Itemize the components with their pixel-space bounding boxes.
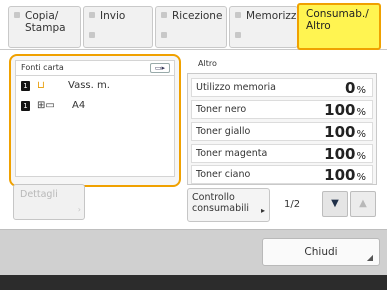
check-consumables-label: Controllo [192, 192, 235, 203]
status-lamp-icon [14, 12, 20, 18]
chevron-right-icon: ▸ [260, 206, 265, 215]
paper-tray-icon: ⊔ [37, 80, 45, 91]
page-down-button[interactable]: ▼ [322, 191, 348, 217]
paper-source-list: Fonti carta ▭▸ 1 ⊔ Vass. m. 1 ⊞▭ A4 [15, 60, 175, 177]
status-value: 100% [324, 123, 366, 141]
paper-tray-row: 1 ⊞▭ A4 [16, 96, 174, 116]
page-up-button[interactable]: ▲ [350, 191, 376, 217]
status-lamp-icon [161, 32, 167, 38]
paper-settings-icon[interactable]: ▭▸ [150, 63, 170, 73]
status-label: Toner ciano [196, 169, 251, 180]
status-lamp-icon [235, 12, 241, 18]
paper-source-title: Fonti carta [21, 63, 64, 72]
status-row-toner-magenta: Toner magenta 100% [191, 144, 373, 163]
status-label: Toner magenta [196, 148, 268, 159]
corner-arrow-icon: ◢ [366, 253, 373, 262]
status-row-toner-cyan: Toner ciano 100% [191, 165, 373, 184]
tray-number-badge: 1 [21, 81, 30, 91]
status-row-toner-yellow: Toner giallo 100% [191, 122, 373, 141]
status-row-memory: Utilizzo memoria 0% [191, 78, 373, 97]
cassette-icon: ⊞▭ [37, 100, 55, 111]
status-value: 0% [345, 79, 366, 97]
status-value: 100% [324, 166, 366, 184]
tab-label: Invio [100, 10, 126, 22]
consumables-status-list: Utilizzo memoria 0% Toner nero 100% Tone… [187, 73, 377, 185]
status-label: Toner giallo [196, 126, 251, 137]
tab-bar: Copia/ Stampa Invio Ricezione Memorizza … [0, 0, 387, 50]
status-value: 100% [324, 101, 366, 119]
tray-paper-label: Vass. m. [68, 80, 110, 91]
status-lamp-icon [161, 12, 167, 18]
chevron-right-icon: › [77, 205, 81, 214]
paper-tray-row: 1 ⊔ Vass. m. [16, 76, 174, 96]
details-button[interactable]: Dettagli › [13, 184, 85, 220]
status-label: Utilizzo memoria [196, 82, 276, 93]
tab-label: Altro [306, 20, 331, 32]
paper-source-header: Fonti carta ▭▸ [16, 61, 174, 76]
status-row-toner-black: Toner nero 100% [191, 100, 373, 119]
status-lamp-icon [89, 12, 95, 18]
tray-number-badge: 1 [21, 101, 30, 111]
check-consumables-button[interactable]: Controllo consumabili ▸ [187, 188, 270, 222]
tab-copy-print[interactable]: Copia/ Stampa [8, 6, 81, 48]
status-label: Toner nero [196, 104, 247, 115]
status-value: 100% [324, 145, 366, 163]
tray-paper-label: A4 [72, 100, 86, 111]
tab-store[interactable]: Memorizza [229, 6, 303, 48]
tab-receive[interactable]: Ricezione [155, 6, 227, 48]
other-section-title: Altro [198, 59, 217, 68]
page-indicator: 1/2 [284, 199, 301, 210]
paper-source-panel[interactable]: Fonti carta ▭▸ 1 ⊔ Vass. m. 1 ⊞▭ A4 [9, 54, 181, 187]
close-label: Chiudi [304, 246, 338, 258]
tab-label: Stampa [25, 22, 66, 34]
tab-label: Ricezione [172, 10, 223, 22]
status-strip [0, 275, 387, 290]
check-consumables-label: consumabili [192, 203, 250, 214]
close-button[interactable]: Chiudi ◢ [262, 238, 380, 266]
tab-label: Consumab./ [306, 8, 369, 20]
tab-send[interactable]: Invio [83, 6, 153, 48]
tab-consumables-other[interactable]: Consumab./ Altro [297, 3, 381, 50]
tab-label: Copia/ [25, 10, 59, 22]
status-lamp-icon [235, 32, 241, 38]
details-label: Dettagli [20, 189, 58, 200]
triangle-down-icon: ▼ [331, 198, 339, 209]
tab-label: Memorizza [246, 10, 303, 22]
triangle-up-icon: ▲ [359, 198, 367, 209]
status-lamp-icon [89, 32, 95, 38]
